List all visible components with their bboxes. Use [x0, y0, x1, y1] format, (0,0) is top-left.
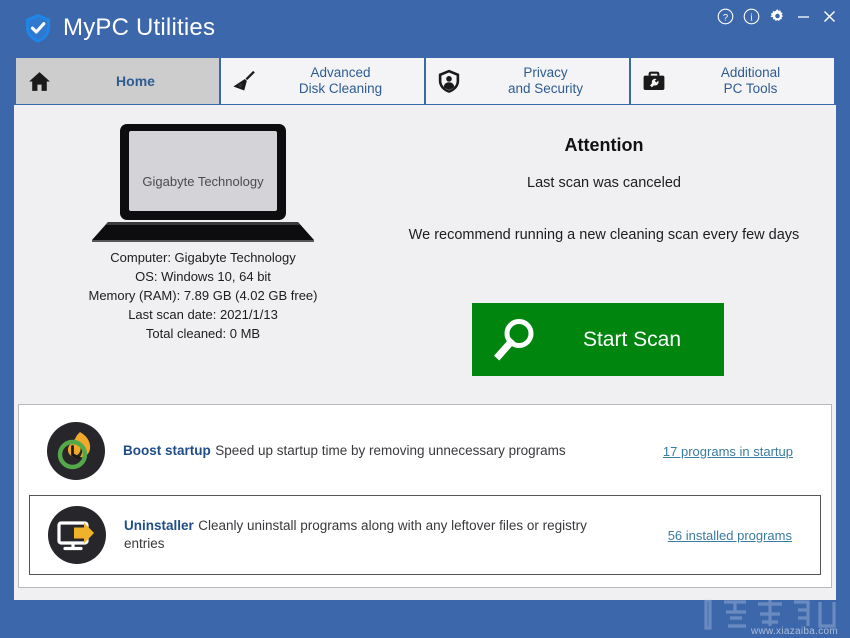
- status-subtitle: Last scan was canceled: [384, 175, 824, 191]
- tab-privacy-and-security-label: Privacy and Security: [472, 65, 629, 97]
- title-bar: MyPC Utilities ? i: [0, 0, 850, 56]
- shield-check-icon: [22, 12, 54, 44]
- help-button[interactable]: ?: [714, 5, 736, 27]
- tab-home[interactable]: Home: [16, 58, 221, 104]
- minimize-button[interactable]: [792, 5, 814, 27]
- tab-additional-pc-tools-label: Additional PC Tools: [677, 65, 834, 97]
- app-title: MyPC Utilities: [63, 14, 215, 42]
- tab-advanced-disk-cleaning-label: Advanced Disk Cleaning: [267, 65, 424, 97]
- watermark-url: www.xiazaiba.com: [751, 626, 838, 637]
- card-boost-startup-text: Boost startup Speed up startup time by r…: [123, 442, 593, 460]
- status-block: Attention Last scan was canceled We reco…: [384, 135, 824, 243]
- tab-additional-pc-tools[interactable]: Additional PC Tools: [631, 58, 834, 104]
- toolbox-icon: [631, 68, 677, 94]
- tab-advanced-disk-cleaning[interactable]: Advanced Disk Cleaning: [221, 58, 426, 104]
- gear-icon[interactable]: [766, 5, 788, 27]
- info-line-last-scan: Last scan date: 2021/1/13: [38, 305, 368, 324]
- status-recommendation: We recommend running a new cleaning scan…: [384, 227, 824, 243]
- link-programs-in-startup[interactable]: 17 programs in startup: [593, 444, 821, 459]
- svg-text:?: ?: [722, 12, 727, 23]
- card-boost-startup-description: Speed up startup time by removing unnece…: [215, 443, 565, 458]
- close-button[interactable]: [818, 5, 840, 27]
- app-brand: MyPC Utilities: [22, 12, 215, 44]
- start-scan-label: Start Scan: [558, 328, 724, 352]
- system-info: Computer: Gigabyte Technology OS: Window…: [38, 248, 368, 343]
- clock-flame-icon: [29, 420, 123, 482]
- info-line-os: OS: Windows 10, 64 bit: [38, 267, 368, 286]
- start-scan-button[interactable]: Start Scan: [472, 303, 724, 376]
- link-installed-programs[interactable]: 56 installed programs: [592, 528, 820, 543]
- info-line-computer: Computer: Gigabyte Technology: [38, 248, 368, 267]
- tab-home-label: Home: [62, 73, 219, 89]
- card-uninstaller[interactable]: Uninstaller Cleanly uninstall programs a…: [29, 495, 821, 575]
- content-panel: Gigabyte Technology Computer: Gigabyte T…: [14, 105, 836, 600]
- computer-illustration: Gigabyte Technology: [78, 122, 328, 242]
- card-uninstaller-description: Cleanly uninstall programs along with an…: [124, 518, 587, 551]
- home-icon: [16, 69, 62, 94]
- monitor-arrow-icon: [30, 504, 124, 566]
- info-line-memory: Memory (RAM): 7.89 GB (4.02 GB free): [38, 286, 368, 305]
- magnifier-icon: [472, 316, 558, 364]
- card-boost-startup-title: Boost startup: [123, 443, 211, 458]
- summary-section: Gigabyte Technology Computer: Gigabyte T…: [14, 105, 836, 397]
- info-button[interactable]: i: [740, 5, 762, 27]
- tab-privacy-and-security[interactable]: Privacy and Security: [426, 58, 631, 104]
- shield-person-icon: [426, 68, 472, 94]
- window-controls: ? i: [714, 5, 840, 27]
- tools-card-list: Boost startup Speed up startup time by r…: [18, 404, 832, 588]
- card-boost-startup[interactable]: Boost startup Speed up startup time by r…: [29, 411, 821, 491]
- card-uninstaller-title: Uninstaller: [124, 518, 194, 533]
- broom-icon: [221, 68, 267, 94]
- status-title: Attention: [384, 135, 824, 156]
- info-line-total-cleaned: Total cleaned: 0 MB: [38, 324, 368, 343]
- card-uninstaller-text: Uninstaller Cleanly uninstall programs a…: [124, 517, 592, 553]
- svg-text:i: i: [750, 12, 753, 23]
- navigation-tabs: Home Advanced Disk Cleaning Privacy: [16, 58, 834, 104]
